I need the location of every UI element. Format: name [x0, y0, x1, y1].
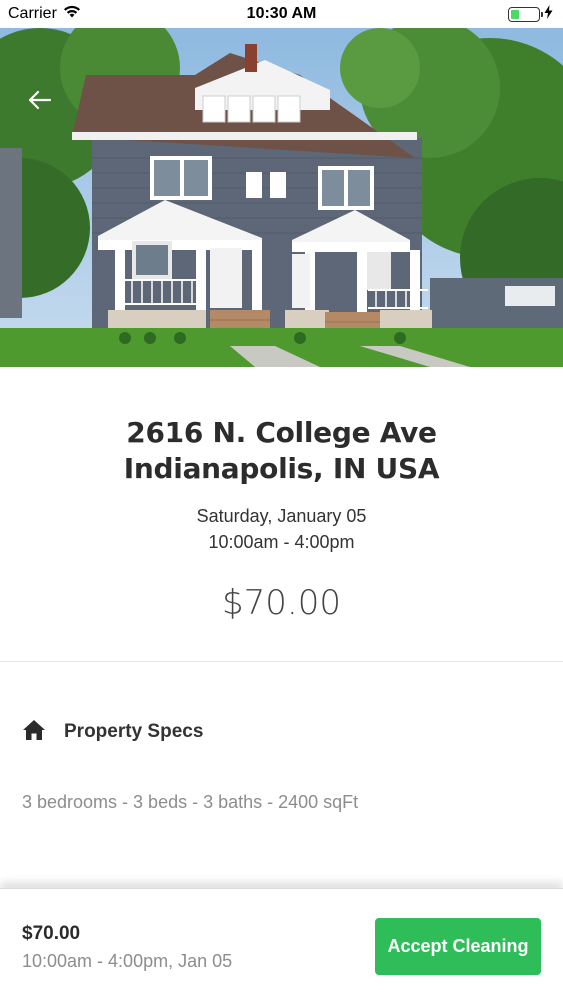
listing-details: 2616 N. College Ave Indianapolis, IN USA… [0, 367, 563, 623]
listing-date: Saturday, January 05 [196, 506, 367, 526]
carrier-label: Carrier [8, 5, 57, 22]
footer-action-bar: $70.00 10:00am - 4:00pm, Jan 05 Accept C… [0, 888, 563, 1000]
charging-icon [544, 4, 553, 24]
home-icon [22, 719, 46, 746]
footer-price: $70.00 [22, 923, 81, 944]
wifi-icon [63, 5, 81, 23]
battery-level [511, 9, 519, 19]
property-specs-section: Property Specs 3 bedrooms - 3 beds - 3 b… [22, 716, 541, 813]
listing-time-range: 10:00am - 4:00pm [208, 532, 355, 552]
status-time: 10:30 AM [246, 5, 317, 22]
back-button[interactable] [22, 82, 58, 118]
footer-schedule: 10:00am - 4:00pm, Jan 05 [22, 951, 233, 971]
listing-price: $70.00 [222, 583, 341, 623]
status-left: Carrier [8, 5, 81, 23]
status-bar: Carrier 10:30 AM [0, 0, 563, 28]
property-specs-details: 3 bedrooms - 3 beds - 3 baths - 2400 sqF… [22, 792, 359, 812]
section-divider [0, 661, 563, 662]
house-illustration [0, 28, 563, 367]
property-specs-title: Property Specs [64, 721, 204, 742]
battery-icon [508, 6, 543, 22]
listing-address: 2616 N. College Ave Indianapolis, IN USA [123, 416, 440, 485]
property-photo [0, 28, 563, 367]
accept-cleaning-button[interactable]: Accept Cleaning [375, 918, 541, 975]
property-specs-header: Property Specs [22, 716, 541, 748]
arrow-left-icon [28, 90, 52, 110]
status-right [508, 4, 553, 24]
